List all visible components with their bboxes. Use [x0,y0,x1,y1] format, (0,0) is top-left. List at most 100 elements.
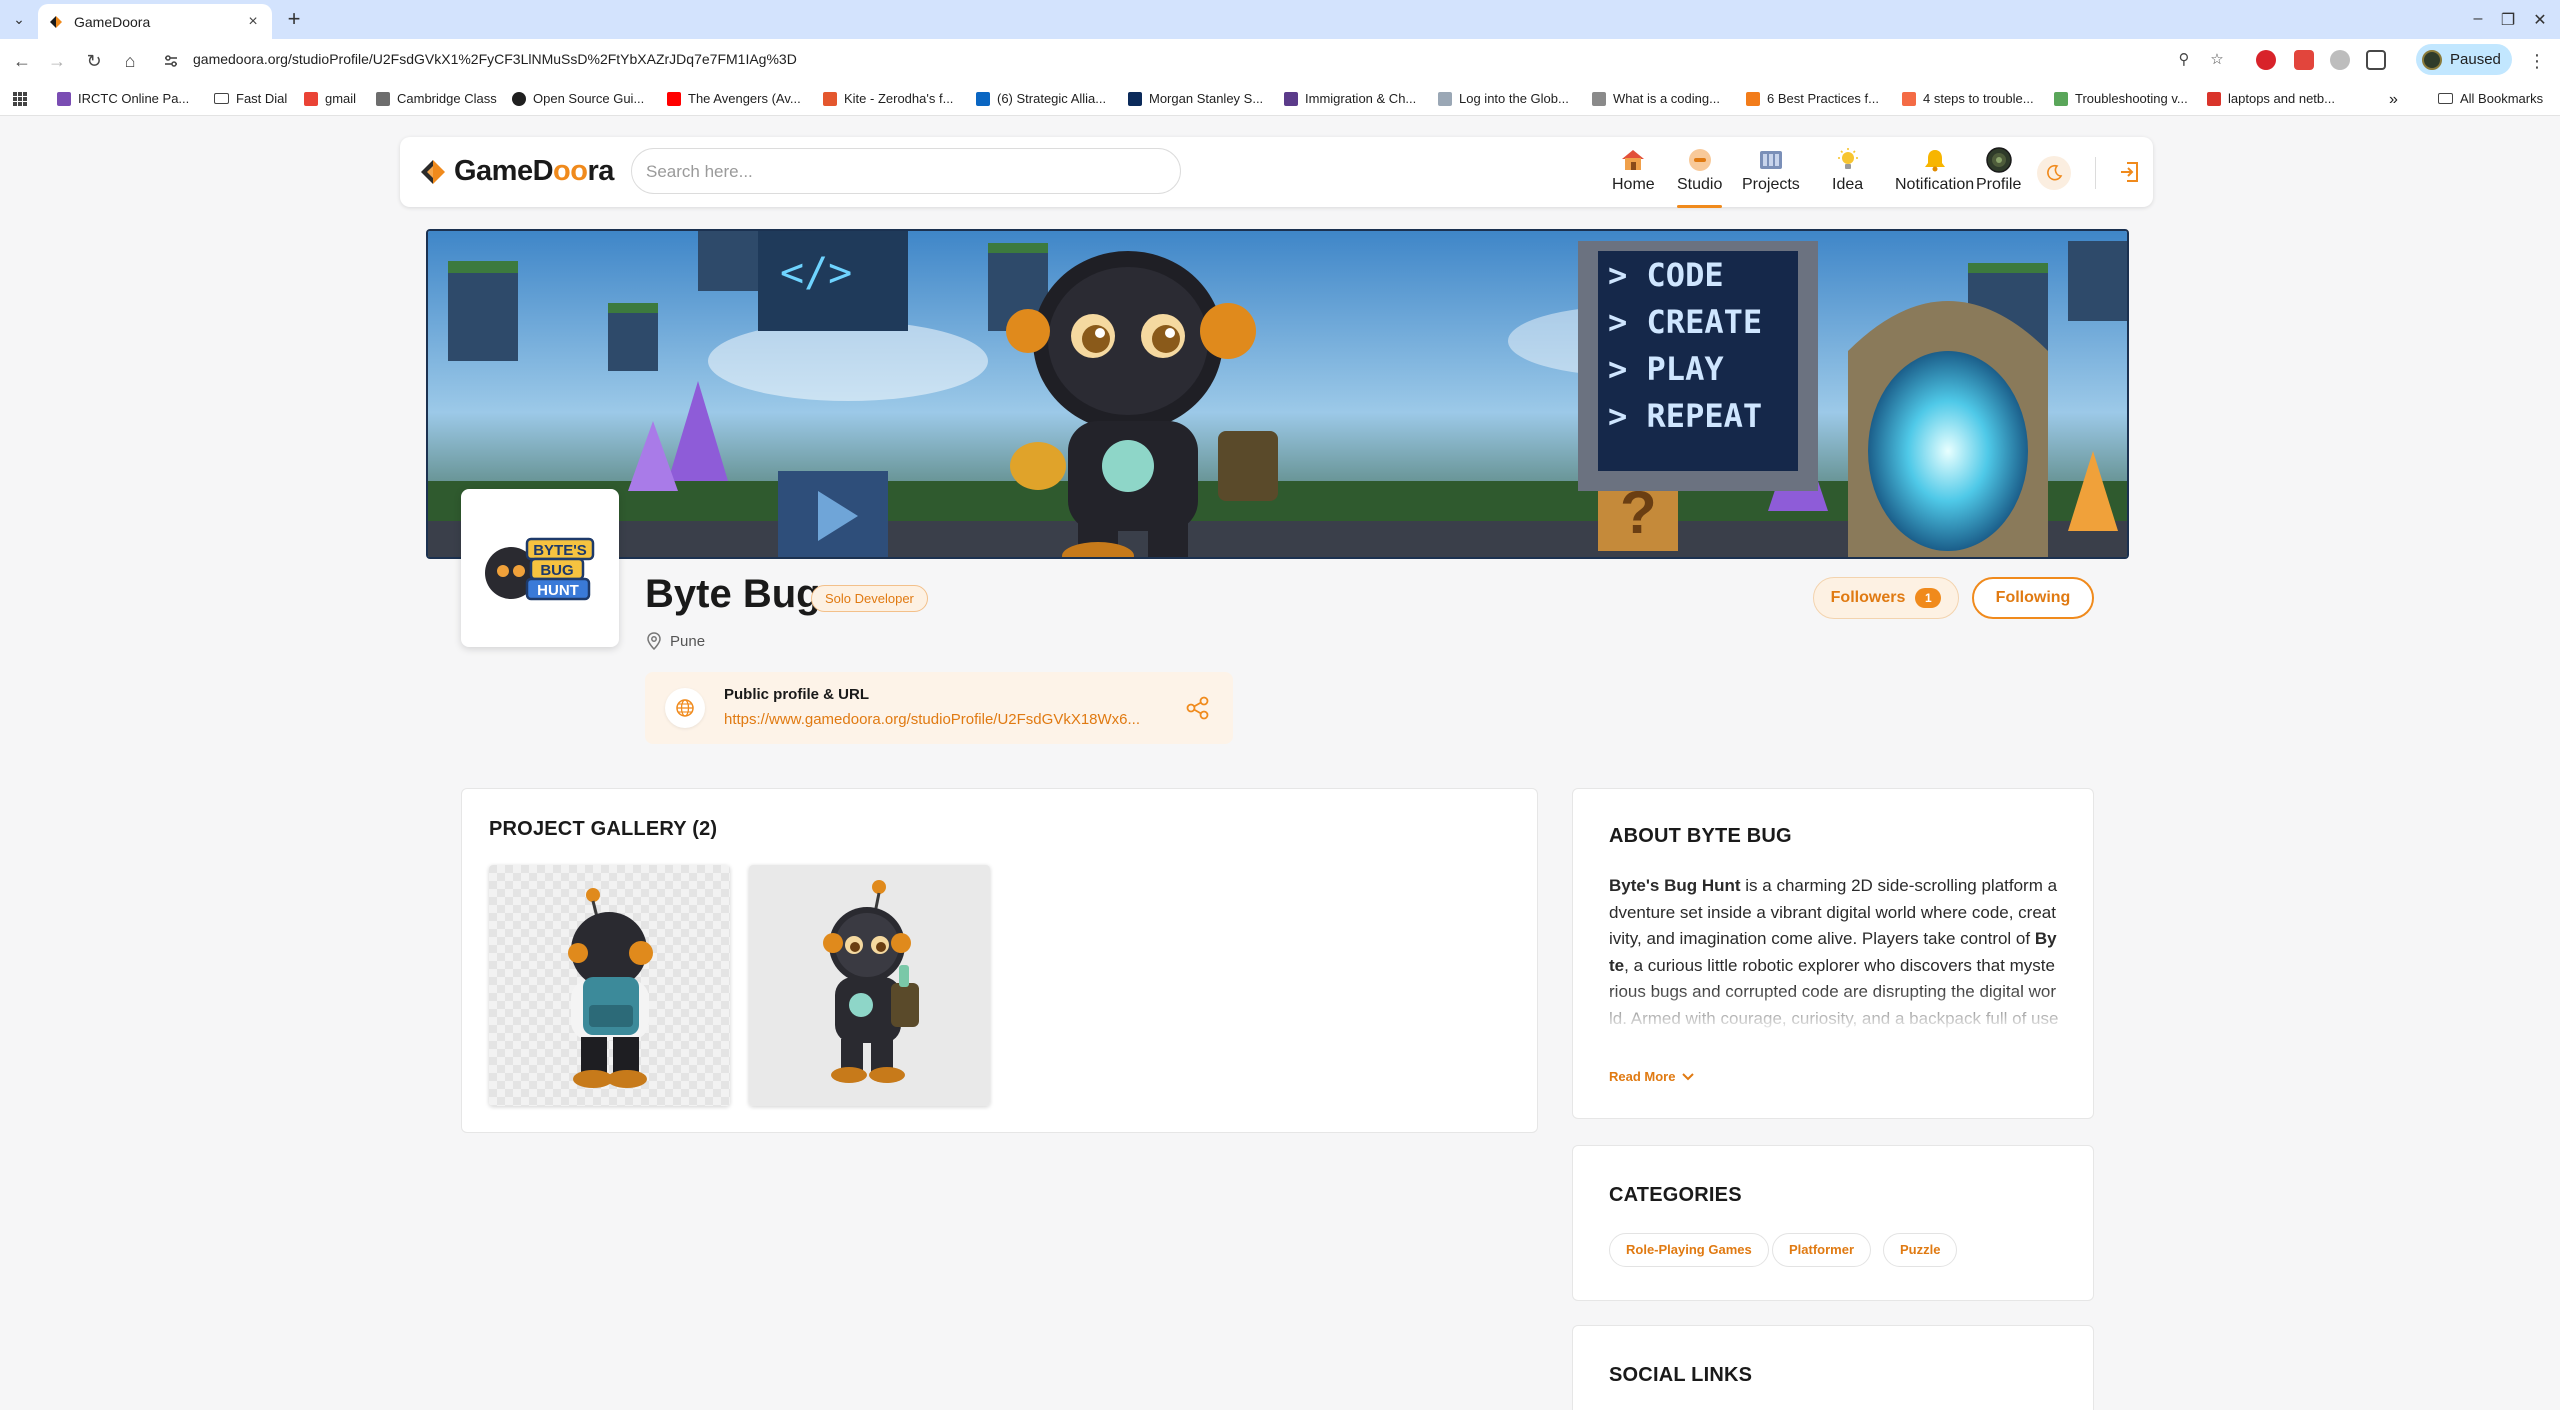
home-icon [1622,150,1645,170]
more-bookmarks-icon[interactable]: » [2389,91,2398,109]
project-thumbnail-image [749,865,990,1106]
bookmark-item[interactable]: The Avengers (Av... [667,91,801,106]
restore-icon[interactable]: ❐ [2496,10,2520,30]
gamedoora-logo[interactable]: GameDoora [418,155,614,188]
project-thumbnail[interactable] [749,865,990,1106]
public-url-title: Public profile & URL [724,686,870,703]
tab-title: GameDoora [74,13,151,30]
bookmark-item[interactable]: Immigration & Ch... [1284,91,1416,106]
banner-illustration: </> ? > CODE > CREATE > PLAY > REPEAT [428,231,2127,557]
search-box[interactable] [631,148,1181,194]
bookmarks-bar: IRCTC Online Pa... Fast Dial gmail Cambr… [0,82,2560,116]
location-text: Pune [670,632,706,650]
extension-record-icon[interactable] [2294,50,2314,70]
apps-grid-icon[interactable] [12,91,28,107]
banner-line: > PLAY [1608,350,1724,388]
nav-studio-label: Studio [1677,176,1723,193]
profile-status-label: Paused [2450,51,2501,68]
all-bookmarks-folder[interactable]: All Bookmarks [2438,91,2543,106]
browser-profile-avatar [2422,49,2442,70]
project-thumbnail[interactable] [489,865,730,1106]
idea-icon [1837,148,1858,169]
minimize-icon[interactable]: – [2466,10,2490,28]
nav-idea[interactable]: Idea [1832,147,1863,205]
bookmark-item[interactable]: Kite - Zerodha's f... [823,91,953,106]
bookmark-item[interactable]: IRCTC Online Pa... [57,91,189,106]
zoom-icon[interactable]: ⚲ [2174,50,2194,70]
about-card: ABOUT BYTE BUG Byte's Bug Hunt is a char… [1572,788,2094,1119]
extension-opera-icon[interactable] [2256,50,2276,70]
back-icon[interactable]: ← [10,49,34,73]
home-browser-icon[interactable]: ⌂ [118,49,142,73]
share-icon[interactable] [1184,694,1212,722]
forward-icon[interactable]: → [45,49,69,73]
project-gallery-title: PROJECT GALLERY (2) [489,818,718,840]
banner-line: > CODE [1608,256,1724,294]
nav-profile-label: Profile [1976,176,2022,193]
nav-home[interactable]: Home [1612,147,1655,205]
category-chip[interactable]: Puzzle [1883,1233,1958,1267]
read-more-label: Read More [1609,1069,1676,1084]
tab-close-icon[interactable]: × [244,13,262,31]
browser-tab[interactable]: GameDoora × [38,4,272,39]
bookmark-item[interactable]: (6) Strategic Allia... [976,91,1106,106]
social-links-title: SOCIAL LINKS [1609,1364,1753,1386]
browser-menu-icon[interactable]: ⋮ [2528,51,2546,72]
reload-icon[interactable]: ↻ [82,49,106,73]
window-close-icon[interactable]: ✕ [2528,10,2552,30]
nav-projects[interactable]: Projects [1742,147,1800,205]
gamedoora-logo-icon [421,159,445,184]
extension-grey-icon[interactable] [2330,50,2350,70]
nav-notification[interactable]: Notification [1895,147,1974,205]
location-pin-icon [647,632,661,650]
followers-count: 1 [1915,588,1942,608]
moon-icon [2047,164,2063,181]
category-chip[interactable]: Platformer [1772,1233,1872,1267]
bookmark-item[interactable]: Troubleshooting v... [2054,91,2188,106]
site-info-icon[interactable] [162,52,180,70]
bookmark-item[interactable]: What is a coding... [1592,91,1720,106]
bookmark-item[interactable]: 4 steps to trouble... [1902,91,2034,106]
bookmark-folder[interactable]: Fast Dial [214,91,287,106]
byte-bug-hunt-logo: BYTE'S BUG HUNT [485,537,595,601]
nav-studio[interactable]: Studio [1677,147,1723,208]
category-chip[interactable]: Role-Playing Games [1609,1233,1769,1267]
bookmark-item[interactable]: Cambridge Class [376,91,497,106]
bookmark-item[interactable]: Morgan Stanley S... [1128,91,1263,106]
dark-mode-toggle[interactable] [2037,156,2071,190]
new-tab-button[interactable]: + [282,8,306,32]
search-input[interactable] [646,159,1166,185]
logout-icon[interactable] [2117,159,2143,185]
profile-banner-image: </> ? > CODE > CREATE > PLAY > REPEAT [426,229,2129,559]
header-divider [2095,157,2096,189]
bookmark-item[interactable]: 6 Best Practices f... [1746,91,1879,106]
address-bar[interactable]: gamedoora.org/studioProfile/U2FsdGVkX1%2… [193,51,797,67]
bookmark-item[interactable]: Open Source Gui... [512,91,644,106]
bookmark-item[interactable]: Log into the Glob... [1438,91,1569,106]
tab-search-chevron-icon[interactable]: ⌄ [8,8,30,30]
nav-projects-label: Projects [1742,176,1800,193]
extensions-puzzle-icon[interactable] [2366,50,2386,70]
nav-profile[interactable]: Profile [1976,147,2021,205]
bookmark-item[interactable]: laptops and netb... [2207,91,2335,106]
logo-text: GameDoora [454,155,614,187]
categories-title: CATEGORIES [1609,1184,1742,1206]
studio-avatar: BYTE'S BUG HUNT [461,489,619,647]
browser-profile-button[interactable]: Paused [2416,44,2512,75]
avatar-logo-text: HUNT [537,582,579,599]
bookmark-star-icon[interactable]: ☆ [2207,50,2227,70]
followers-button[interactable]: Followers 1 [1813,577,1959,619]
about-game-name: Byte's Bug Hunt [1609,876,1741,895]
public-profile-url-card: Public profile & URL https://www.gamedoo… [645,672,1233,744]
browser-tab-strip: ⌄ GameDoora × + – ❐ ✕ [0,0,2560,39]
logo-text-accent: oo [553,155,588,187]
about-title: ABOUT BYTE BUG [1609,825,1792,847]
read-more-button[interactable]: Read More [1609,1069,1695,1084]
nav-notification-label: Notification [1895,176,1975,193]
studio-icon [1688,149,1711,171]
bookmark-item[interactable]: gmail [304,91,356,106]
following-button[interactable]: Following [1972,577,2094,619]
followers-label: Followers [1830,589,1906,606]
gamedoora-favicon-icon [50,15,62,28]
public-url-link[interactable]: https://www.gamedoora.org/studioProfile/… [724,711,1170,728]
